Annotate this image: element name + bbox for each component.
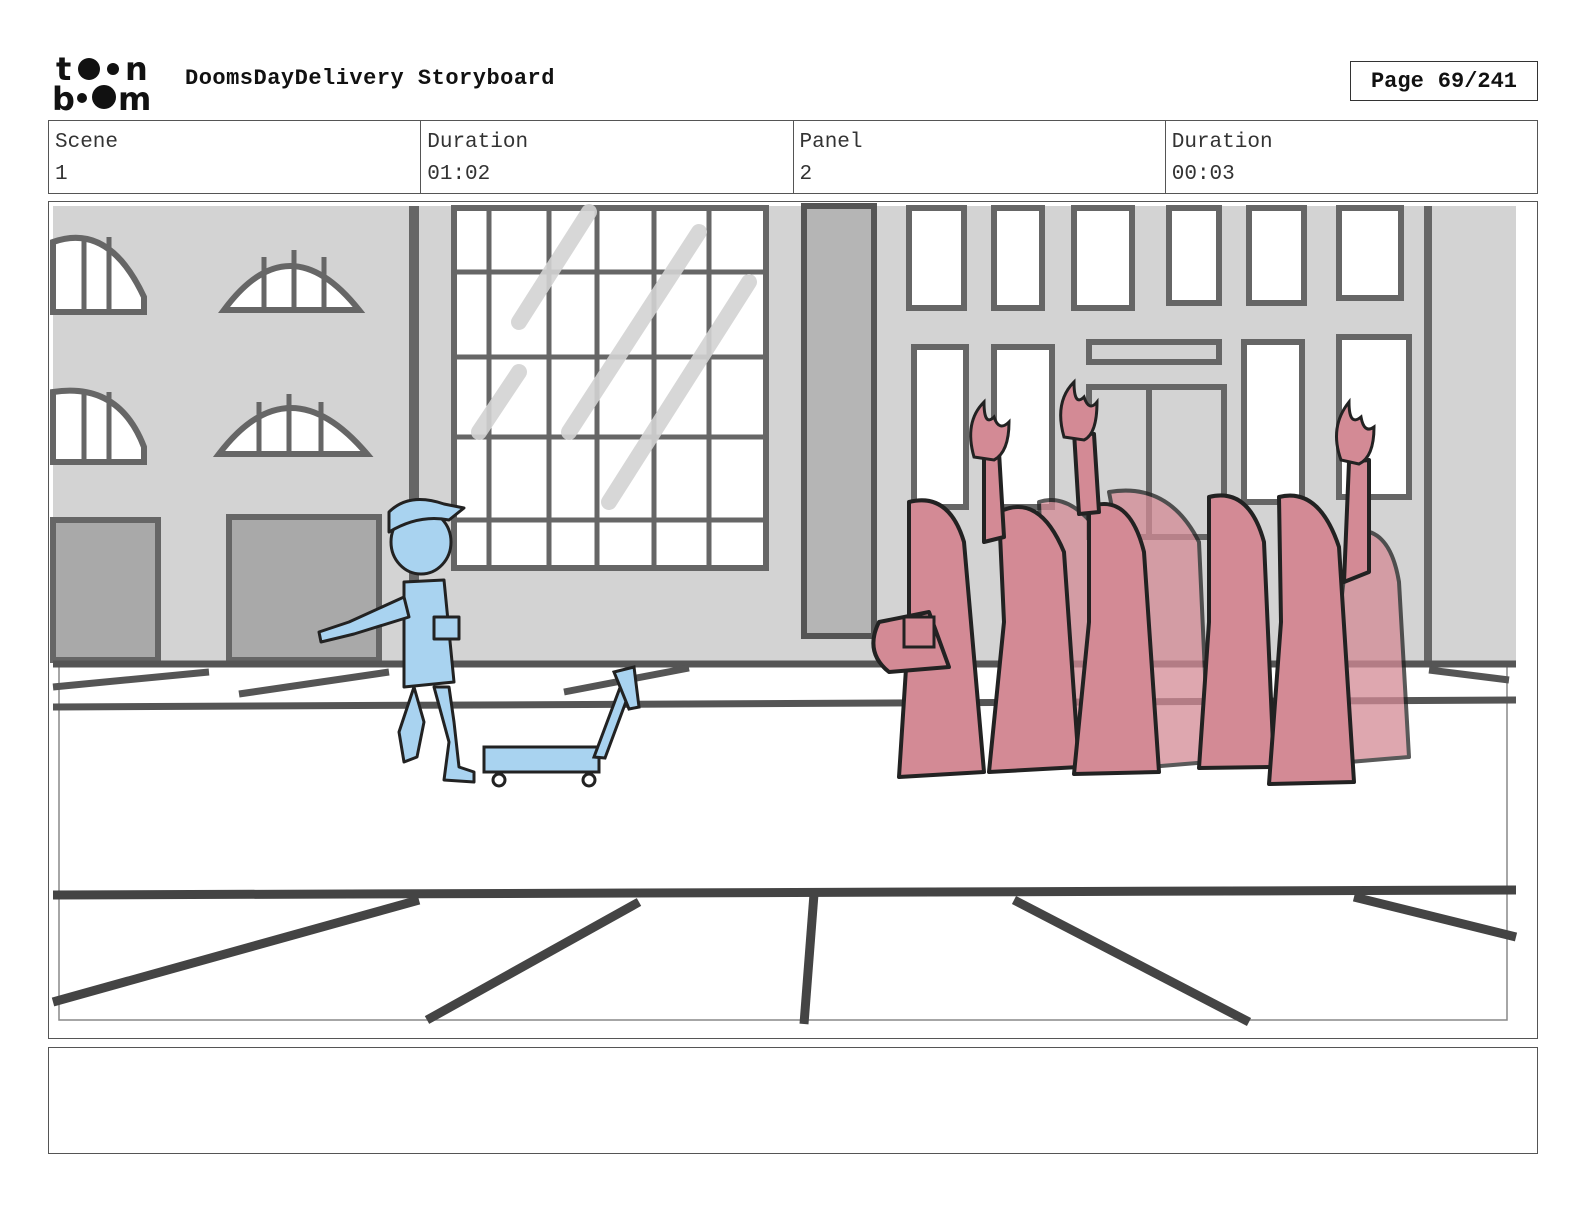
panel-duration-label: Duration (1171, 131, 1273, 154)
held-box (902, 615, 936, 649)
panel-duration-value: 00:03 (1171, 163, 1235, 186)
page-label: Page (1370, 68, 1424, 94)
svg-text:m: m (118, 80, 151, 112)
scene-info-table: Scene 1 Duration 01:02 Panel 2 Duration … (48, 120, 1538, 194)
scene-value: 1 (55, 163, 68, 186)
svg-text:b: b (52, 80, 75, 112)
page-indicator: Page 69/241 (1350, 61, 1538, 101)
storyboard-panel-image (48, 201, 1538, 1039)
panel-drawing (50, 203, 1518, 1026)
panel-value: 2 (799, 163, 813, 186)
page-number: 69/241 (1437, 68, 1518, 94)
notes-area (48, 1047, 1538, 1154)
panel-label: Panel (799, 131, 863, 154)
scene-duration-cell: Duration 01:02 (421, 121, 794, 193)
toon-boom-logo: t n b m (52, 50, 151, 112)
scene-duration-label: Duration (427, 131, 529, 154)
scene-duration-value: 01:02 (427, 163, 491, 186)
panel-cell: Panel 2 (794, 121, 1166, 193)
storyboard-title: DoomsDayDelivery Storyboard (185, 66, 555, 91)
panel-duration-cell: Duration 00:03 (1166, 121, 1537, 193)
scene-label: Scene (55, 131, 119, 154)
scene-cell: Scene 1 (49, 121, 422, 193)
